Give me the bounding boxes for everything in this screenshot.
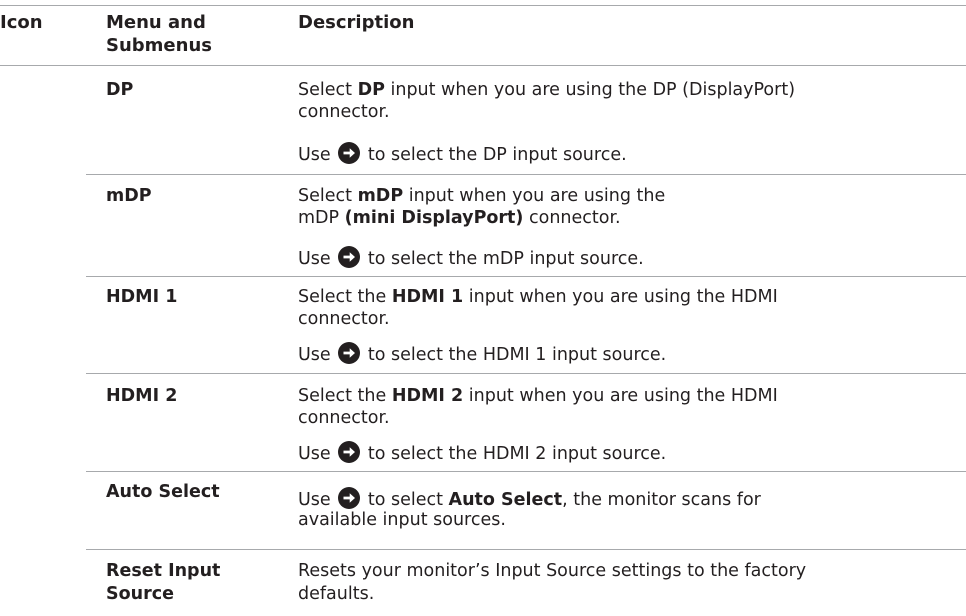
dp-desc-line1: Select DP input when you are using the D… (298, 80, 796, 100)
mdp-desc-line1: Select mDP input when you are using the (298, 186, 666, 206)
mdp-use-line: Use to select the mDP input source. (298, 246, 644, 270)
hdmi1-use-line: Use to select the HDMI 1 input source. (298, 342, 666, 366)
rule-header (0, 65, 966, 66)
menu-hdmi2: HDMI 2 (106, 386, 178, 406)
header-description: Description (298, 12, 415, 33)
header-menu-line2: Submenus (106, 35, 212, 56)
reset-desc-line1: Resets your monitor’s Input Source setti… (298, 561, 807, 581)
menu-reset-input-line1: Reset Input (106, 561, 221, 581)
table: Icon Menu and Submenus Description DP Se… (0, 0, 966, 616)
dp-use-line: Use to select the DP input source. (298, 142, 627, 166)
menu-mdp: mDP (106, 186, 152, 206)
dp-desc-line2: connector. (298, 102, 390, 122)
menu-reset-input-line2: Source (106, 584, 174, 604)
rule-row (86, 373, 966, 374)
header-icon: Icon (0, 12, 43, 33)
rule-row (86, 549, 966, 550)
mdp-desc-line2: mDP (mini DisplayPort) connector. (298, 208, 621, 228)
right-arrow-circle-icon (338, 487, 361, 509)
hdmi2-desc-line2: connector. (298, 408, 390, 428)
auto-desc-line2: available input sources. (298, 510, 506, 530)
rule-top (0, 5, 966, 6)
right-arrow-circle-icon (338, 246, 361, 268)
menu-dp: DP (106, 80, 134, 100)
rule-row (86, 276, 966, 277)
right-arrow-circle-icon (338, 142, 361, 164)
right-arrow-circle-icon (338, 342, 361, 364)
reset-desc-line2: defaults. (298, 584, 375, 604)
header-menu-line1: Menu and (106, 12, 206, 33)
menu-hdmi1: HDMI 1 (106, 287, 178, 307)
hdmi1-desc-line1: Select the HDMI 1 input when you are usi… (298, 287, 778, 307)
auto-desc-line1: Use to select Auto Select, the monitor s… (298, 487, 761, 511)
hdmi2-desc-line1: Select the HDMI 2 input when you are usi… (298, 386, 778, 406)
right-arrow-circle-icon (338, 441, 361, 463)
hdmi2-use-line: Use to select the HDMI 2 input source. (298, 441, 666, 465)
rule-row (86, 471, 966, 472)
hdmi1-desc-line2: connector. (298, 309, 390, 329)
rule-row (86, 174, 966, 175)
menu-auto-select: Auto Select (106, 482, 220, 502)
